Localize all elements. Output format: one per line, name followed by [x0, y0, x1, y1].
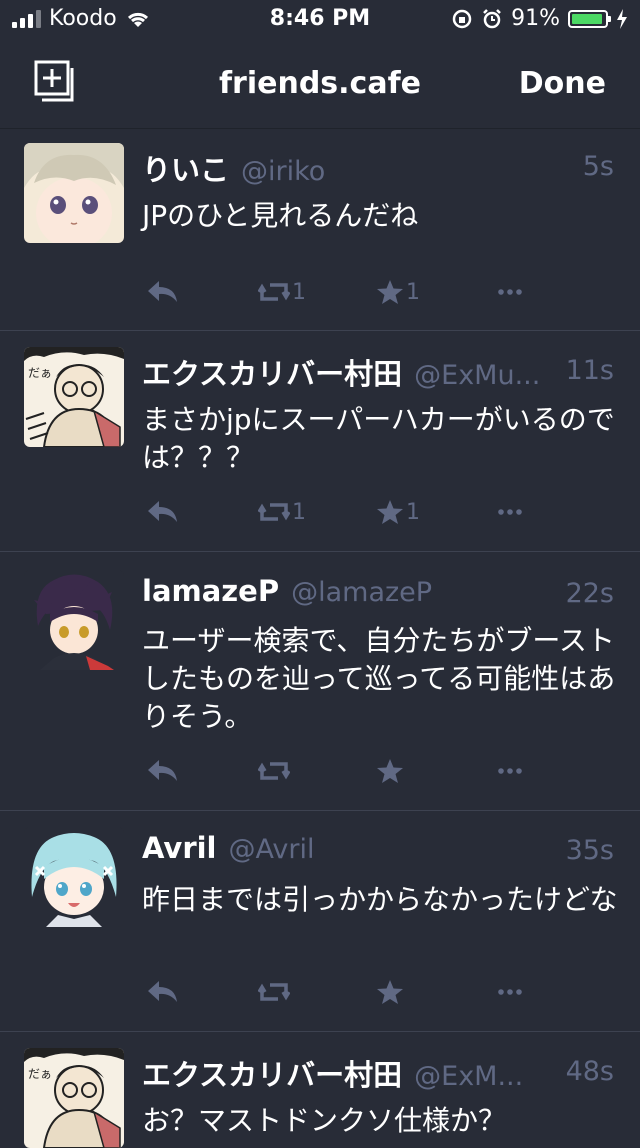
more-icon: [498, 989, 522, 995]
charging-icon: [617, 8, 627, 29]
action-bar: 1 1: [142, 279, 562, 315]
favourite-button[interactable]: 1: [376, 279, 420, 305]
account-handle: @ExMu...: [414, 360, 541, 391]
account-handle: @ExM...: [414, 1061, 524, 1092]
boost-button[interactable]: [258, 758, 292, 784]
done-button[interactable]: Done: [519, 66, 606, 101]
more-button[interactable]: [496, 979, 524, 1005]
display-name[interactable]: りいこ @iriko: [142, 147, 325, 189]
timestamp: 22s: [565, 578, 614, 609]
favourite-button[interactable]: [376, 979, 406, 1005]
favourite-count: 1: [406, 279, 420, 305]
reply-icon: [148, 981, 177, 1002]
boost-button[interactable]: [258, 979, 292, 1005]
more-button[interactable]: [496, 279, 524, 305]
favourite-button[interactable]: 1: [376, 499, 420, 525]
reply-button[interactable]: [146, 758, 180, 784]
favourite-icon: [377, 980, 403, 1004]
boost-button[interactable]: 1: [258, 279, 306, 305]
status-item[interactable]: だぁ エクスカリバー村田 @ExMu... 11s まさかjpにスーパーハカーがい…: [0, 331, 640, 552]
favourite-icon: [377, 280, 403, 304]
status-bar: Koodo 8:46 PM 91%: [0, 0, 640, 40]
reply-icon: [148, 501, 177, 522]
reply-button[interactable]: [146, 279, 180, 305]
boost-icon: [258, 762, 290, 780]
display-name[interactable]: Avril @Avril: [142, 831, 314, 865]
display-name-text: lamazeP: [142, 574, 280, 608]
more-icon: [498, 289, 522, 295]
reply-icon: [148, 760, 177, 781]
svg-text:だぁ: だぁ: [28, 1067, 52, 1081]
status-right: 91%: [451, 6, 628, 31]
reply-icon: [148, 281, 177, 302]
display-name-text: りいこ: [142, 153, 230, 187]
more-icon: [498, 509, 522, 515]
boost-icon: [258, 983, 290, 1001]
status-item[interactable]: だぁ エクスカリバー村田 @ExM... 48s お？マストドンクソ仕様か？: [0, 1032, 640, 1148]
action-bar: [142, 979, 562, 1015]
avatar[interactable]: [24, 143, 124, 243]
action-bar: 1 1: [142, 499, 562, 535]
status-content: JPのひと見れるんだね: [142, 199, 419, 232]
boost-icon: [258, 283, 290, 301]
timestamp: 11s: [565, 355, 614, 386]
more-icon: [498, 768, 522, 774]
svg-text:だぁ: だぁ: [28, 366, 52, 380]
more-button[interactable]: [496, 758, 524, 784]
reply-button[interactable]: [146, 499, 180, 525]
avatar[interactable]: [24, 827, 124, 927]
alarm-icon: [483, 8, 501, 28]
boost-button[interactable]: 1: [258, 499, 306, 525]
boost-count: 1: [292, 279, 306, 305]
status-content: 昨日までは引っかからなかったけどな: [142, 883, 618, 916]
status-item[interactable]: りいこ @iriko 5s JPのひと見れるんだね 1 1: [0, 129, 640, 331]
timestamp: 35s: [565, 835, 614, 866]
favourite-button[interactable]: [376, 758, 406, 784]
display-name-text: エクスカリバー村田: [142, 357, 403, 391]
timestamp: 48s: [565, 1056, 614, 1087]
status-content: ユーザー検索で、自分たちがブーストしたものを辿って巡ってる可能性はありそう。: [142, 624, 616, 733]
status-item[interactable]: Avril @Avril 35s 昨日までは引っかからなかったけどな: [0, 811, 640, 1032]
boost-icon: [258, 503, 290, 521]
avatar[interactable]: [24, 570, 124, 670]
favourite-icon: [377, 500, 403, 524]
display-name[interactable]: エクスカリバー村田 @ExM...: [142, 1052, 523, 1094]
battery-icon: [568, 9, 611, 28]
timestamp: 5s: [582, 151, 614, 182]
favourite-icon: [377, 759, 403, 783]
display-name[interactable]: エクスカリバー村田 @ExMu...: [142, 351, 540, 393]
status-content: まさかjpにスーパーハカーがいるのでは？？？: [142, 403, 615, 474]
reply-button[interactable]: [146, 979, 180, 1005]
rotation-lock-icon: [452, 9, 472, 28]
account-handle: @Avril: [228, 834, 315, 865]
status-item[interactable]: lamazeP @lamazeP 22s ユーザー検索で、自分たちがブーストしたも…: [0, 552, 640, 811]
action-bar: [142, 758, 562, 794]
status-content: お？マストドンクソ仕様か？: [142, 1104, 507, 1137]
favourite-count: 1: [406, 499, 420, 525]
battery-percent: 91%: [511, 6, 560, 31]
avatar[interactable]: だぁ: [24, 1048, 124, 1148]
display-name[interactable]: lamazeP @lamazeP: [142, 574, 432, 608]
account-handle: @iriko: [241, 156, 326, 187]
avatar[interactable]: だぁ: [24, 347, 124, 447]
more-button[interactable]: [496, 499, 524, 525]
timeline: りいこ @iriko 5s JPのひと見れるんだね 1 1 だぁ エクスカリバー…: [0, 129, 640, 1148]
display-name-text: Avril: [142, 831, 217, 865]
boost-count: 1: [292, 499, 306, 525]
nav-bar: friends.cafe Done: [0, 40, 640, 129]
account-handle: @lamazeP: [291, 577, 433, 608]
display-name-text: エクスカリバー村田: [142, 1058, 403, 1092]
